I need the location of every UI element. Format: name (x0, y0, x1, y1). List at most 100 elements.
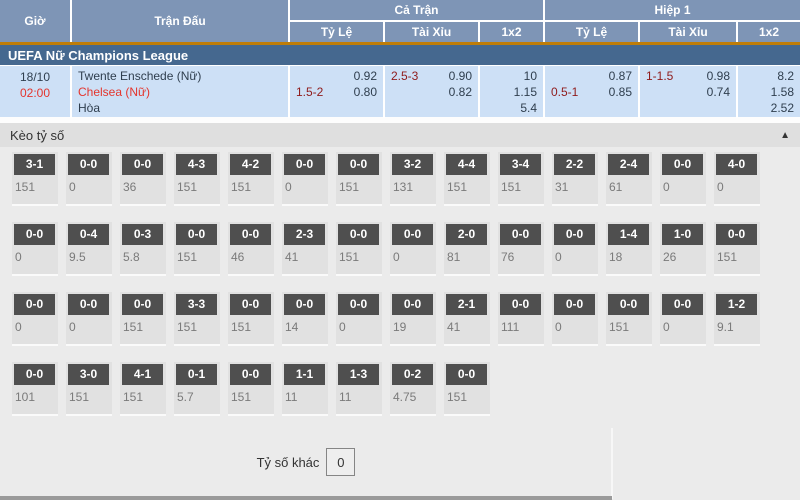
score-chip: 2-4 (608, 154, 649, 175)
score-odds-cell[interactable]: 3-2131 (390, 152, 436, 206)
score-chip: 1-0 (662, 224, 703, 245)
score-odds-cell[interactable]: 0-046 (228, 222, 274, 276)
league-title: UEFA Nữ Champions League (8, 48, 188, 63)
score-chip: 0-0 (716, 224, 757, 245)
other-score-input[interactable]: 0 (326, 448, 355, 476)
score-odds-cell[interactable]: 0-24.75 (390, 362, 436, 416)
score-odds-value: 11 (282, 390, 328, 404)
score-odds-cell[interactable]: 0-0111 (498, 292, 544, 346)
score-chip: 0-0 (608, 294, 649, 315)
half-over-odds[interactable]: 0.98 (707, 68, 730, 84)
full-overunder-cell[interactable]: 2.5-30.90 0.82 (385, 66, 480, 118)
score-odds-cell[interactable]: 3-4151 (498, 152, 544, 206)
score-odds-cell[interactable]: 2-341 (282, 222, 328, 276)
score-chip: 1-3 (338, 364, 379, 385)
score-odds-cell[interactable]: 4-1151 (120, 362, 166, 416)
score-odds-cell[interactable]: 0-00 (12, 292, 58, 346)
score-odds-value: 41 (282, 250, 328, 264)
score-odds-cell[interactable]: 0-0151 (120, 292, 166, 346)
score-odds-cell[interactable]: 3-0151 (66, 362, 112, 416)
full-over-odds[interactable]: 0.90 (449, 68, 472, 84)
full-1x2-cell[interactable]: 10 1.15 5.4 (480, 66, 545, 118)
score-odds-cell[interactable]: 0-0151 (228, 292, 274, 346)
full-1x2-home[interactable]: 10 (486, 68, 537, 84)
score-odds-cell[interactable]: 0-036 (120, 152, 166, 206)
score-odds-cell[interactable]: 1-418 (606, 222, 652, 276)
horizontal-scrollbar[interactable] (0, 496, 612, 500)
score-odds-cell[interactable]: 0-15.7 (174, 362, 220, 416)
score-odds-cell[interactable]: 4-00 (714, 152, 760, 206)
score-odds-cell[interactable]: 1-311 (336, 362, 382, 416)
score-odds-cell[interactable]: 3-1151 (12, 152, 58, 206)
score-odds-cell[interactable]: 0-0151 (228, 362, 274, 416)
score-chip: 3-3 (176, 294, 217, 315)
score-odds-cell[interactable]: 0-00 (66, 152, 112, 206)
score-odds-value: 131 (390, 180, 436, 194)
score-odds-cell[interactable]: 2-461 (606, 152, 652, 206)
score-odds-cell[interactable]: 0-0151 (714, 222, 760, 276)
score-odds-cell[interactable]: 0-0151 (174, 222, 220, 276)
half-1x2-away[interactable]: 1.58 (744, 84, 794, 100)
score-odds-cell[interactable]: 0-0151 (336, 152, 382, 206)
half-handicap-cell[interactable]: 0.87 0.5-10.85 (545, 66, 640, 118)
collapse-icon[interactable]: ▲ (780, 130, 790, 141)
score-odds-cell[interactable]: 0-00 (390, 222, 436, 276)
score-odds-cell[interactable]: 0-00 (282, 152, 328, 206)
full-handicap-cell[interactable]: 0.92 1.5-20.80 (290, 66, 385, 118)
score-odds-cell[interactable]: 0-00 (660, 152, 706, 206)
score-odds-value: 41 (444, 320, 490, 334)
match-time: 02:00 (6, 85, 64, 101)
score-odds-cell[interactable]: 0-00 (66, 292, 112, 346)
half-handicap-away-odds[interactable]: 0.85 (609, 84, 632, 100)
score-odds-cell[interactable]: 4-4151 (444, 152, 490, 206)
score-odds-cell[interactable]: 0-00 (336, 292, 382, 346)
score-odds-cell[interactable]: 0-019 (390, 292, 436, 346)
score-odds-cell[interactable]: 0-0101 (12, 362, 58, 416)
correct-score-header[interactable]: Kèo tỷ số ▲ (0, 123, 800, 147)
score-odds-cell[interactable]: 1-29.1 (714, 292, 760, 346)
score-odds-cell[interactable]: 4-3151 (174, 152, 220, 206)
score-odds-cell[interactable]: 1-026 (660, 222, 706, 276)
score-chip: 0-0 (122, 154, 163, 175)
full-handicap-away-odds[interactable]: 0.80 (354, 84, 377, 100)
score-chip: 2-1 (446, 294, 487, 315)
score-odds-cell[interactable]: 0-014 (282, 292, 328, 346)
score-odds-value: 81 (444, 250, 490, 264)
score-odds-cell[interactable]: 4-2151 (228, 152, 274, 206)
score-odds-value: 0 (12, 250, 58, 264)
score-odds-cell[interactable]: 2-081 (444, 222, 490, 276)
score-odds-cell[interactable]: 0-0151 (444, 362, 490, 416)
score-odds-value: 5.7 (174, 390, 220, 404)
score-odds-cell[interactable]: 0-00 (660, 292, 706, 346)
score-chip: 2-3 (284, 224, 325, 245)
half-under-odds[interactable]: 0.74 (707, 84, 730, 100)
score-odds-value: 11 (336, 390, 382, 404)
score-odds-cell[interactable]: 1-111 (282, 362, 328, 416)
score-odds-cell[interactable]: 0-00 (552, 222, 598, 276)
full-1x2-draw[interactable]: 5.4 (486, 100, 537, 116)
half-handicap-home-odds[interactable]: 0.87 (609, 68, 632, 84)
score-odds-value: 26 (660, 250, 706, 264)
score-odds-cell[interactable]: 0-0151 (606, 292, 652, 346)
score-odds-value: 151 (12, 180, 58, 194)
score-odds-cell[interactable]: 2-231 (552, 152, 598, 206)
half-overunder-cell[interactable]: 1-1.50.98 0.74 (640, 66, 738, 118)
score-odds-cell[interactable]: 0-35.8 (120, 222, 166, 276)
half-1x2-cell[interactable]: 8.2 1.58 2.52 (738, 66, 800, 118)
score-odds-cell[interactable]: 2-141 (444, 292, 490, 346)
score-odds-cell[interactable]: 3-3151 (174, 292, 220, 346)
score-odds-value: 151 (444, 180, 490, 194)
full-handicap-home-odds[interactable]: 0.92 (354, 68, 377, 84)
score-odds-cell[interactable]: 0-076 (498, 222, 544, 276)
score-odds-value: 14 (282, 320, 328, 334)
score-odds-cell[interactable]: 0-00 (552, 292, 598, 346)
score-odds-cell[interactable]: 0-49.5 (66, 222, 112, 276)
score-odds-cell[interactable]: 0-00 (12, 222, 58, 276)
score-odds-cell[interactable]: 0-0151 (336, 222, 382, 276)
full-under-odds[interactable]: 0.82 (449, 84, 472, 100)
score-chip: 0-0 (338, 294, 379, 315)
full-1x2-away[interactable]: 1.15 (486, 84, 537, 100)
half-1x2-draw[interactable]: 2.52 (744, 100, 794, 116)
half-1x2-home[interactable]: 8.2 (744, 68, 794, 84)
score-odds-value: 19 (390, 320, 436, 334)
